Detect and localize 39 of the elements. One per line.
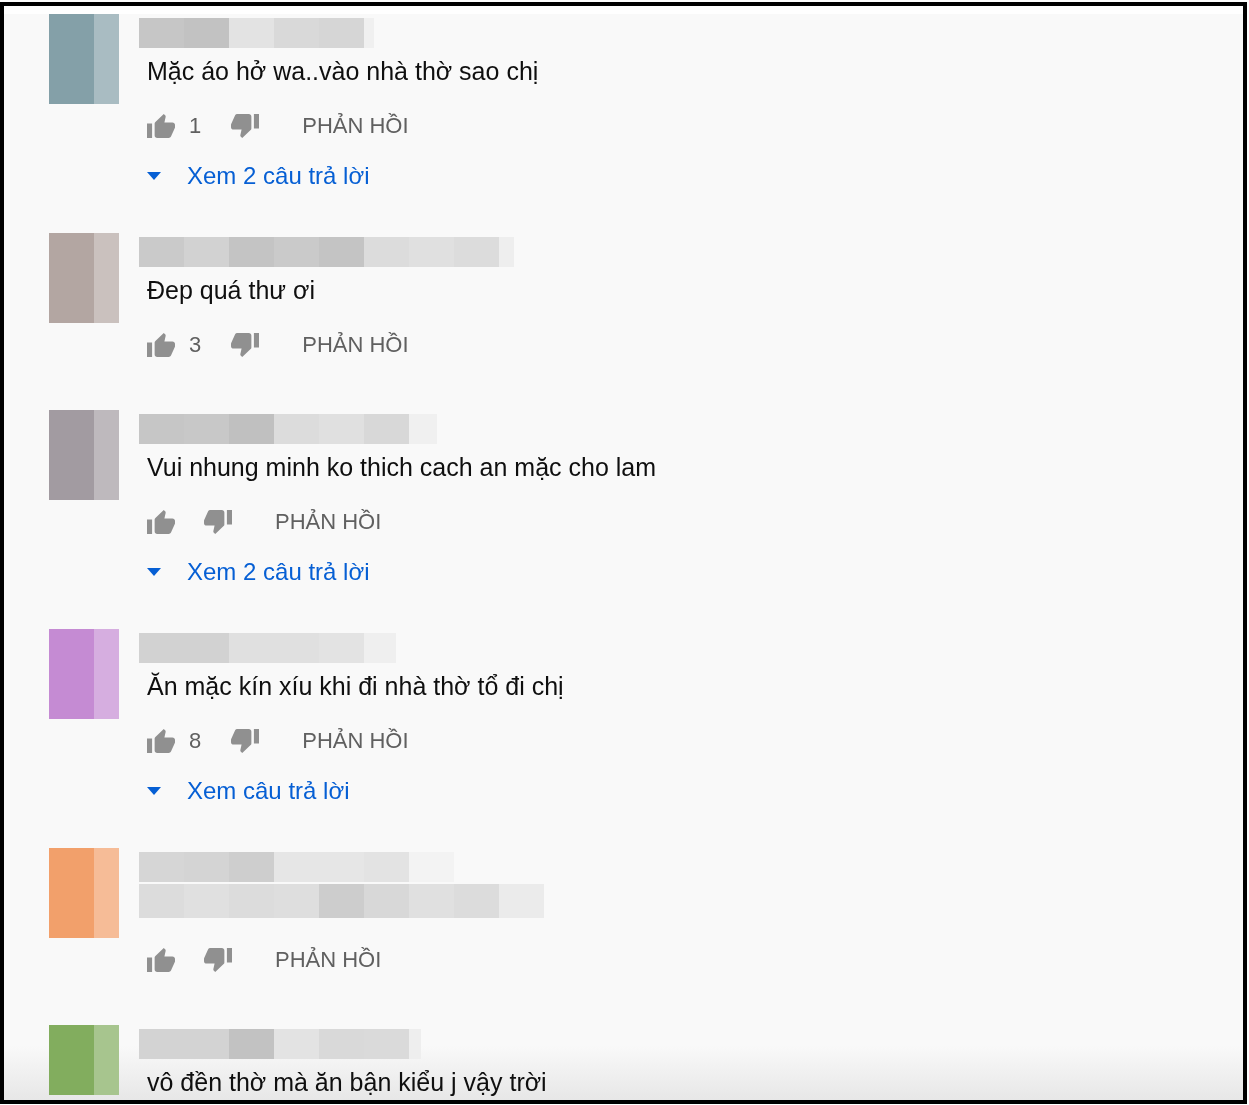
caret-down-icon bbox=[147, 787, 161, 795]
thumbs-up-icon bbox=[147, 333, 175, 357]
dislike-button[interactable] bbox=[231, 333, 260, 357]
comment-text: Đep quá thư ơi bbox=[147, 277, 315, 303]
comment-text: Mặc áo hở wa..vào nhà thờ sao chị bbox=[147, 58, 539, 84]
thumbs-down-icon bbox=[231, 333, 260, 357]
thumbs-up-icon bbox=[147, 510, 175, 534]
thumbs-up-icon bbox=[147, 948, 175, 972]
like-count: 8 bbox=[189, 728, 202, 754]
comment-text: Vui nhung minh ko thich cach an mặc cho lam bbox=[147, 454, 657, 480]
reply-button[interactable]: PHẢN HỒI bbox=[275, 508, 382, 536]
dislike-button[interactable] bbox=[231, 114, 260, 138]
like-button[interactable] bbox=[147, 729, 175, 753]
thumbs-up-icon bbox=[147, 114, 175, 138]
comment-text: Ăn mặc kín xíu khi đi nhà thờ tổ đi chị bbox=[147, 673, 564, 699]
reply-button[interactable]: PHẢN HỒI bbox=[302, 112, 409, 140]
like-count: 1 bbox=[189, 113, 202, 139]
caret-down-icon bbox=[147, 568, 161, 576]
like-button[interactable] bbox=[147, 333, 175, 357]
view-replies-button[interactable]: Xem câu trả lời bbox=[147, 771, 350, 811]
dislike-button[interactable] bbox=[204, 948, 232, 972]
comment-text: vô đền thờ mà ăn bận kiểu j vậy trời bbox=[147, 1069, 547, 1095]
like-count: 3 bbox=[189, 332, 202, 358]
thumbs-down-icon bbox=[231, 114, 260, 138]
like-button[interactable] bbox=[147, 948, 175, 972]
dislike-button[interactable] bbox=[204, 510, 232, 534]
reply-button[interactable]: PHẢN HỒI bbox=[302, 727, 409, 755]
thumbs-down-icon bbox=[204, 948, 232, 972]
thumbs-down-icon bbox=[231, 729, 260, 753]
thumbs-up-icon bbox=[147, 729, 175, 753]
reply-button[interactable]: PHẢN HỒI bbox=[302, 331, 409, 359]
caret-down-icon bbox=[147, 172, 161, 180]
thumbs-down-icon bbox=[204, 510, 232, 534]
dislike-button[interactable] bbox=[231, 729, 260, 753]
view-replies-button[interactable]: Xem 2 câu trả lời bbox=[147, 552, 370, 592]
like-button[interactable] bbox=[147, 114, 175, 138]
view-replies-button[interactable]: Xem 2 câu trả lời bbox=[147, 156, 370, 196]
like-button[interactable] bbox=[147, 510, 175, 534]
reply-button[interactable]: PHẢN HỒI bbox=[275, 946, 382, 974]
